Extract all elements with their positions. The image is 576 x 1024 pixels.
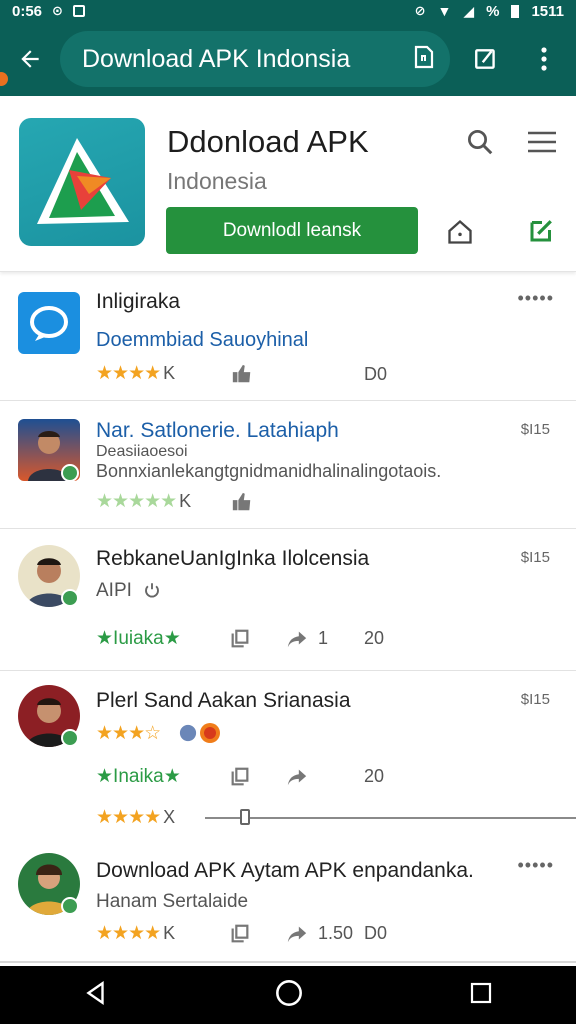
more-options-icon[interactable]: ••••• [517, 288, 554, 309]
system-nav-bar [0, 966, 576, 1024]
share-edit-button[interactable] [524, 212, 560, 248]
item-subtitle: AIPI [96, 580, 132, 601]
item-count: 20 [364, 628, 385, 648]
app-subtitle: Indonesia [167, 168, 267, 194]
item-rating: ★Iuiaka★ [96, 628, 181, 649]
status-battery-percent: % [486, 2, 500, 20]
item-line2: Deasiiaoesoi [96, 443, 188, 460]
back-button[interactable] [0, 22, 60, 96]
like-icon[interactable] [230, 490, 254, 514]
notification-icon: ⊙ [52, 3, 63, 18]
url-text: Download APK Indonsia [82, 44, 351, 73]
app-title: Ddonload APK [167, 124, 369, 159]
square-recents-icon [470, 982, 492, 1003]
status-clock: 1511 [531, 2, 564, 20]
menu-button[interactable] [522, 124, 562, 160]
item-rating-tertiary: ★★★★ X [96, 807, 176, 828]
list-item[interactable]: Inligiraka Doemmbiad Sauoyhinal ★★★★ K D0… [0, 272, 576, 401]
home-icon [448, 219, 472, 244]
item-rating: ★★★★★ K [96, 491, 192, 512]
progress-handle[interactable] [240, 809, 250, 825]
copy-icon[interactable] [228, 922, 252, 946]
arrow-back-icon [21, 50, 39, 68]
item-price: $I15 [520, 549, 550, 566]
status-time: 0:56 [12, 2, 43, 20]
home-button[interactable] [442, 214, 478, 250]
item-count: D0 [364, 364, 388, 384]
list-item[interactable]: RebkaneUanIgInka Ilolcensia AIPI ★Iuiaka… [0, 529, 576, 671]
signal-icon: ◢ [463, 2, 475, 19]
item-title: Nar. Satlonerie. Latahiaph [96, 419, 339, 442]
item-rating: ★★★★ K [96, 363, 176, 384]
item-description: Bonnxianlekangtgnidmanidhalinalingotaois… [96, 461, 442, 481]
emoji-icon [198, 721, 222, 745]
item-count: D0 [364, 923, 388, 943]
share-icon[interactable] [284, 765, 310, 789]
share-count: 1 [318, 628, 329, 648]
item-price: $I15 [520, 421, 550, 438]
download-button[interactable]: Downlodl leansk [166, 207, 418, 254]
progress-track[interactable] [205, 817, 576, 819]
share-count: 1.50 [318, 923, 354, 943]
item-rating: ★★★★ K [96, 923, 176, 944]
search-icon [468, 130, 493, 155]
globe-icon [178, 723, 198, 743]
nav-back-button[interactable] [83, 980, 109, 1011]
triangle-back-icon [86, 980, 104, 1005]
rating-suffix: K [163, 923, 176, 943]
rating-label: Iuiaka [113, 628, 164, 649]
sync-icon: ⊘ [414, 3, 426, 18]
more-options-icon[interactable]: ••••• [517, 855, 554, 876]
wifi-icon: ▼ [437, 3, 452, 19]
url-bar[interactable]: Download APK Indonsia [60, 31, 450, 87]
item-subtitle: Hanam Sertalaide [96, 891, 249, 912]
overflow-menu-button[interactable] [520, 31, 568, 87]
app-logo [19, 118, 145, 246]
power-icon [142, 579, 162, 601]
circle-home-icon [276, 979, 302, 1006]
edit-square-icon [530, 220, 552, 242]
list-item[interactable]: Nar. Satlonerie. Latahiaph Deasiiaoesoi … [0, 401, 576, 529]
item-title: Inligiraka [96, 290, 181, 313]
app-header: Ddonload APK Indonesia Downlodl leansk [0, 96, 576, 272]
battery-icon [511, 4, 520, 18]
verified-badge-icon [61, 897, 79, 915]
item-count: 20 [364, 766, 385, 786]
edit-button[interactable] [462, 31, 510, 87]
share-icon[interactable] [284, 922, 310, 946]
verified-badge-icon [61, 589, 79, 607]
rating-suffix: X [163, 807, 176, 827]
status-bar: 0:56 ⊙ ⊘ ▼ ◢ % 1511 [0, 0, 576, 22]
like-icon[interactable] [230, 362, 254, 386]
more-vert-icon [541, 47, 547, 71]
edit-icon [475, 49, 495, 69]
page-info-icon[interactable] [412, 44, 436, 75]
hamburger-icon [528, 131, 556, 153]
list-item[interactable]: Plerl Sand Aakan Srianasia ★★★☆ ★Inaika★… [0, 671, 576, 843]
verified-badge-icon [61, 729, 79, 747]
item-app-icon [18, 292, 80, 354]
nav-recents-button[interactable] [469, 981, 493, 1010]
share-icon[interactable] [284, 627, 310, 651]
rating-suffix: K [179, 491, 192, 511]
copy-icon[interactable] [228, 765, 252, 789]
item-title: Plerl Sand Aakan Srianasia [96, 689, 351, 712]
search-button[interactable] [462, 124, 498, 160]
item-price: $I15 [520, 691, 550, 708]
rating-label: Inaika [113, 766, 164, 787]
app-bar: Download APK Indonsia [0, 22, 576, 96]
list-item[interactable]: Download APK Aytam APK enpandanka. Hanam… [0, 843, 576, 963]
rating-suffix: K [163, 363, 176, 383]
verified-badge-icon [61, 464, 79, 482]
item-rating: ★★★☆ [96, 723, 161, 744]
copy-icon[interactable] [228, 627, 252, 651]
item-title: Download APK Aytam APK enpandanka. [96, 859, 474, 882]
gallery-icon [72, 5, 85, 17]
item-subtitle: Doemmbiad Sauoyhinal [96, 329, 309, 351]
nav-home-button[interactable] [275, 979, 303, 1012]
item-rating-secondary: ★Inaika★ [96, 766, 181, 787]
item-title: RebkaneUanIgInka Ilolcensia [96, 547, 370, 570]
